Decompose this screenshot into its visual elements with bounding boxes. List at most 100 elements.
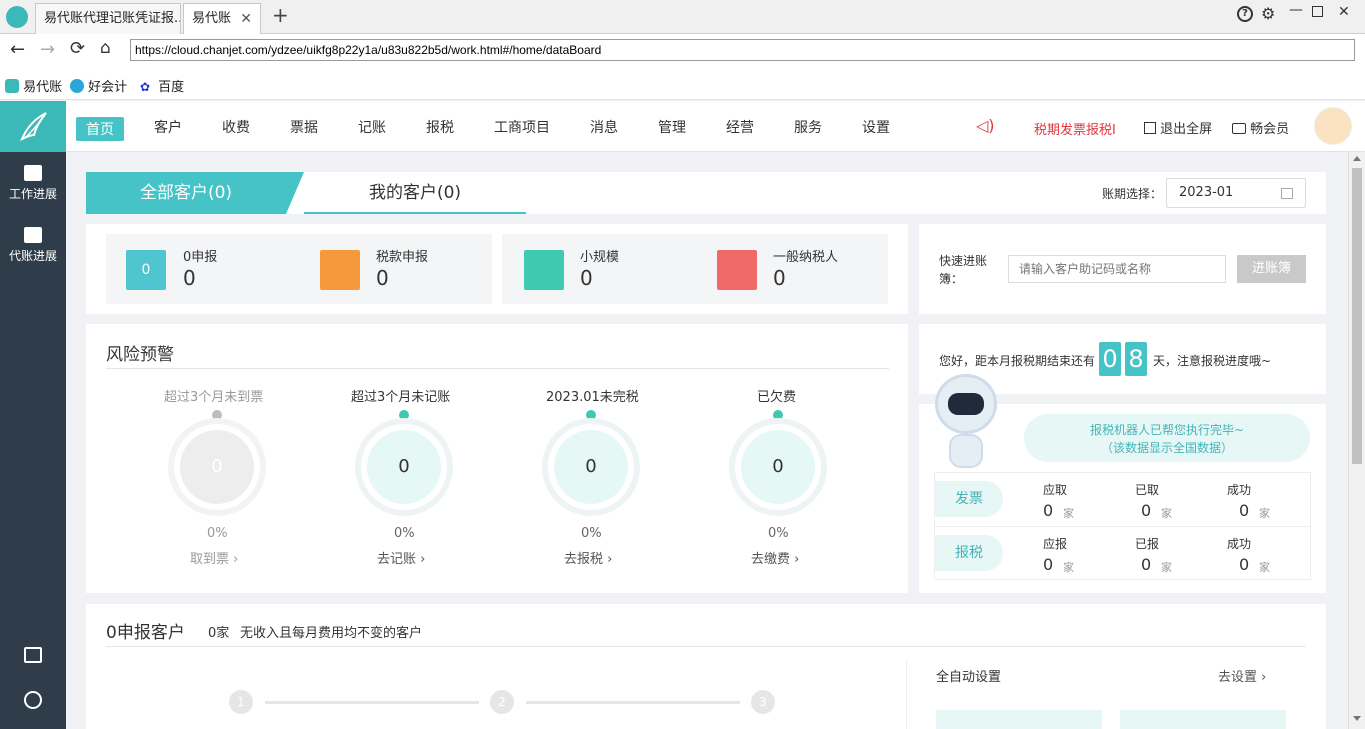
deadline-digit-1: 0 [1099, 342, 1121, 376]
nav-home[interactable]: 首页 [76, 117, 124, 141]
address-bar: ← → ⟳ ⌂ https://cloud.chanjet.com/ydzee/… [0, 34, 1365, 66]
enter-ledger-label: 进账簿 [1251, 261, 1291, 276]
fullscreen-icon [1144, 122, 1156, 134]
nav-business-projects[interactable]: 工商项目 [494, 117, 550, 137]
risk-item-title: 2023.01未完税 [546, 390, 639, 405]
summary-value: 0 [183, 266, 196, 290]
browser-tab-2-label: 易代账 [192, 11, 232, 26]
baidu-paw-icon: ✿ [140, 80, 151, 94]
tab-corner [286, 172, 304, 214]
robot-col-value: 0 [1043, 501, 1054, 520]
tab-all-customers[interactable]: 全部客户(0) [86, 172, 286, 214]
nav-messages[interactable]: 消息 [590, 117, 618, 137]
zero-report-card: 0申报客户 0家 无收入且每月费用均不变的客户 1 2 3 全自动设置 去设置 … [86, 604, 1326, 729]
nav-bills[interactable]: 票据 [290, 117, 318, 137]
nav-bookkeeping[interactable]: 记账 [358, 117, 386, 137]
scroll-up-icon[interactable] [1353, 156, 1361, 161]
enter-ledger-button[interactable]: 进账簿 [1237, 255, 1306, 283]
restore-icon[interactable] [1312, 6, 1323, 17]
bookmarks-bar: 易代账 好会计 ✿ 百度 [0, 66, 1365, 100]
robot-face [948, 393, 984, 415]
video-icon [1232, 123, 1246, 134]
scroll-down-icon[interactable] [1353, 716, 1361, 721]
risk-action-link[interactable]: 取到票 › [190, 548, 238, 567]
robot-col-label: 应报 [1043, 537, 1068, 551]
nav-operate[interactable]: 经营 [726, 117, 754, 137]
period-value: 2023-01 [1179, 185, 1234, 200]
exit-fullscreen-label: 退出全屏 [1160, 122, 1213, 137]
summary-value: 0 [773, 266, 786, 290]
step-2: 2 [490, 690, 514, 714]
tab-all-customers-label: 全部客户(0) [139, 183, 233, 203]
nav-service[interactable]: 服务 [794, 117, 822, 137]
robot-col-value: 0 [1043, 555, 1054, 574]
deadline-prefix: 您好，距本月报税期结束还有 [939, 354, 1096, 368]
settings-gear-icon[interactable]: ⚙ [1261, 4, 1275, 23]
auto-setting-tile[interactable] [1120, 710, 1286, 729]
new-tab-icon[interactable]: + [272, 3, 289, 27]
bookmark-haokuaiji[interactable]: 好会计 [70, 76, 127, 95]
nav-manage[interactable]: 管理 [658, 117, 686, 137]
step-line [265, 701, 479, 704]
close-tab-icon[interactable]: ✕ [240, 4, 252, 34]
risk-percent: 0% [394, 526, 415, 541]
member-button[interactable]: 畅会员 [1232, 118, 1289, 137]
exit-fullscreen-button[interactable]: 退出全屏 [1144, 118, 1212, 137]
browser-tab-1[interactable]: 易代账代理记账凭证报.. [35, 3, 181, 34]
bookmark-label: 百度 [158, 80, 185, 95]
home-icon[interactable]: ⌂ [100, 38, 111, 58]
customer-search-input[interactable] [1008, 255, 1226, 283]
zero-report-desc: 无收入且每月费用均不变的客户 [240, 626, 423, 641]
nav-fees[interactable]: 收费 [222, 117, 250, 137]
download-icon[interactable] [24, 647, 42, 663]
robot-message-bubble: 报税机器人已帮您执行完毕~ （该数据显示全国数据） [1024, 414, 1310, 462]
minimize-icon[interactable]: — [1289, 2, 1303, 18]
tab-my-customers[interactable]: 我的客户(0) [304, 172, 526, 214]
zero-report-count: 0家 [208, 626, 230, 641]
risk-value: 0 [367, 430, 441, 504]
close-window-icon[interactable]: ✕ [1338, 4, 1350, 20]
risk-action-link[interactable]: 去缴费 › [751, 548, 799, 567]
robot-col-label: 成功 [1227, 483, 1252, 497]
list-icon [24, 227, 42, 243]
robot-col-unit: 家 [1259, 561, 1270, 574]
help-icon[interactable]: ? [1237, 6, 1253, 22]
browser-tab-2[interactable]: 易代账 ✕ [183, 3, 261, 34]
risk-action-link[interactable]: 去报税 › [564, 548, 612, 567]
forward-icon[interactable]: → [40, 39, 55, 60]
bookmark-baidu[interactable]: ✿ 百度 [140, 76, 184, 95]
url-input[interactable]: https://cloud.chanjet.com/ydzee/uikfg8p2… [130, 39, 1355, 61]
avatar[interactable] [1314, 107, 1352, 145]
bookmark-yidaizhang[interactable]: 易代账 [5, 76, 62, 95]
risk-value: 0 [180, 430, 254, 504]
app-logo[interactable] [0, 101, 66, 152]
auto-setting-tile[interactable] [936, 710, 1102, 729]
risk-action-link[interactable]: 去记账 › [377, 548, 425, 567]
reload-icon[interactable]: ⟳ [70, 38, 85, 59]
robot-stats-table: 发票 应取 0 家 已取 0 家 成功 0 家 报税 应报 0 家 已报 0 家… [934, 472, 1311, 580]
summary-card: 0 0申报 0 税款申报 0 小规模 0 一般纳税人 0 [86, 224, 908, 314]
scroll-thumb[interactable] [1352, 168, 1362, 464]
browser-tab-1-label: 易代账代理记账凭证报.. [44, 11, 181, 26]
quick-entry-label-line1: 快速进账 [939, 254, 988, 268]
speaker-icon[interactable]: ◁) [976, 116, 995, 135]
headset-icon[interactable] [24, 691, 42, 709]
quick-entry-card: 快速进账 簿： 进账簿 [919, 224, 1326, 314]
go-settings-link[interactable]: 去设置 › [1218, 666, 1266, 685]
sidebar-item-work-progress[interactable]: 工作进展 [0, 159, 66, 219]
back-icon[interactable]: ← [10, 39, 25, 60]
period-picker[interactable]: 2023-01 [1166, 178, 1306, 208]
nav-customers[interactable]: 客户 [154, 117, 182, 137]
risk-title: 风险预警 [106, 345, 174, 365]
robot-message-2: （该数据显示全国数据） [1100, 441, 1233, 455]
nav-tax[interactable]: 报税 [426, 117, 454, 137]
risk-item-title: 超过3个月未记账 [351, 390, 451, 405]
risk-circle: 0 [542, 418, 640, 516]
page-scrollbar[interactable] [1348, 152, 1365, 729]
risk-item-title: 已欠费 [757, 390, 797, 405]
nav-settings[interactable]: 设置 [862, 117, 890, 137]
robot-row-divider [935, 526, 1310, 527]
notice-marquee[interactable]: 税期发票报税I [1034, 119, 1116, 138]
sidebar-item-agent-progress[interactable]: 代账进展 [0, 221, 66, 281]
robot-body [949, 434, 983, 468]
